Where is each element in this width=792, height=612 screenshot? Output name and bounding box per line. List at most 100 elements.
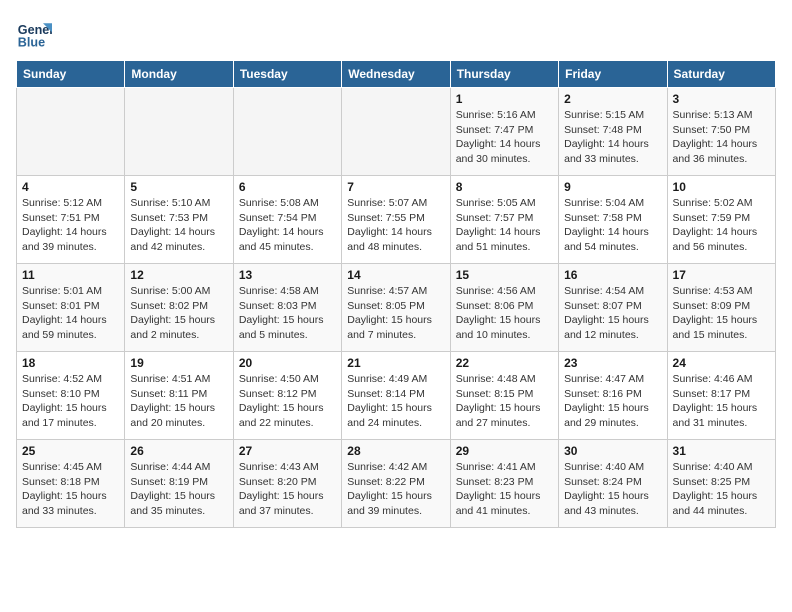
calendar-cell: 21 Sunrise: 4:49 AMSunset: 8:14 PMDayligh… <box>342 352 450 440</box>
calendar-cell <box>342 88 450 176</box>
day-number: 27 <box>239 444 336 458</box>
day-number: 18 <box>22 356 119 370</box>
calendar-week-1: 1Sunrise: 5:16 AMSunset: 7:47 PMDaylight… <box>17 88 776 176</box>
weekday-header-thursday: Thursday <box>450 61 558 88</box>
calendar-cell: 1Sunrise: 5:16 AMSunset: 7:47 PMDaylight… <box>450 88 558 176</box>
calendar-cell: 3 Sunrise: 5:13 AMSunset: 7:50 PMDaylight… <box>667 88 775 176</box>
day-info: Sunrise: 4:42 AMSunset: 8:22 PMDaylight:… <box>347 460 444 519</box>
day-info: Sunrise: 4:50 AMSunset: 8:12 PMDaylight:… <box>239 372 336 431</box>
day-number: 8 <box>456 180 553 194</box>
day-number: 24 <box>673 356 770 370</box>
day-number: 21 <box>347 356 444 370</box>
logo-icon: General Blue <box>16 16 52 52</box>
calendar-header: SundayMondayTuesdayWednesdayThursdayFrid… <box>17 61 776 88</box>
day-info: Sunrise: 5:08 AMSunset: 7:54 PMDaylight:… <box>239 196 336 255</box>
day-number: 2 <box>564 92 661 106</box>
day-number: 17 <box>673 268 770 282</box>
page-header: General Blue <box>16 16 776 52</box>
calendar-week-5: 25 Sunrise: 4:45 AMSunset: 8:18 PMDayligh… <box>17 440 776 528</box>
day-number: 13 <box>239 268 336 282</box>
day-info: Sunrise: 4:53 AMSunset: 8:09 PMDaylight:… <box>673 284 770 343</box>
calendar-week-3: 11 Sunrise: 5:01 AMSunset: 8:01 PMDayligh… <box>17 264 776 352</box>
day-info: Sunrise: 5:01 AMSunset: 8:01 PMDaylight:… <box>22 284 119 343</box>
day-number: 15 <box>456 268 553 282</box>
day-number: 19 <box>130 356 227 370</box>
day-info: Sunrise: 4:44 AMSunset: 8:19 PMDaylight:… <box>130 460 227 519</box>
calendar-cell: 11 Sunrise: 5:01 AMSunset: 8:01 PMDayligh… <box>17 264 125 352</box>
day-number: 4 <box>22 180 119 194</box>
calendar-cell: 5 Sunrise: 5:10 AMSunset: 7:53 PMDaylight… <box>125 176 233 264</box>
day-number: 26 <box>130 444 227 458</box>
day-info: Sunrise: 5:02 AMSunset: 7:59 PMDaylight:… <box>673 196 770 255</box>
calendar-cell <box>17 88 125 176</box>
calendar-cell: 17 Sunrise: 4:53 AMSunset: 8:09 PMDayligh… <box>667 264 775 352</box>
day-number: 20 <box>239 356 336 370</box>
day-info: Sunrise: 4:46 AMSunset: 8:17 PMDaylight:… <box>673 372 770 431</box>
day-number: 1 <box>456 92 553 106</box>
weekday-header-saturday: Saturday <box>667 61 775 88</box>
calendar-cell: 14Sunrise: 4:57 AMSunset: 8:05 PMDayligh… <box>342 264 450 352</box>
day-info: Sunrise: 4:58 AMSunset: 8:03 PMDaylight:… <box>239 284 336 343</box>
day-info: Sunrise: 4:51 AMSunset: 8:11 PMDaylight:… <box>130 372 227 431</box>
weekday-header-wednesday: Wednesday <box>342 61 450 88</box>
calendar-cell: 13 Sunrise: 4:58 AMSunset: 8:03 PMDayligh… <box>233 264 341 352</box>
calendar-cell: 15Sunrise: 4:56 AMSunset: 8:06 PMDayligh… <box>450 264 558 352</box>
day-number: 12 <box>130 268 227 282</box>
calendar-cell: 30Sunrise: 4:40 AMSunset: 8:24 PMDayligh… <box>559 440 667 528</box>
day-number: 10 <box>673 180 770 194</box>
day-info: Sunrise: 4:45 AMSunset: 8:18 PMDaylight:… <box>22 460 119 519</box>
day-info: Sunrise: 5:15 AMSunset: 7:48 PMDaylight:… <box>564 108 661 167</box>
calendar-cell: 31 Sunrise: 4:40 AMSunset: 8:25 PMDayligh… <box>667 440 775 528</box>
day-info: Sunrise: 4:49 AMSunset: 8:14 PMDaylight:… <box>347 372 444 431</box>
day-info: Sunrise: 4:43 AMSunset: 8:20 PMDaylight:… <box>239 460 336 519</box>
day-number: 30 <box>564 444 661 458</box>
calendar-cell: 27 Sunrise: 4:43 AMSunset: 8:20 PMDayligh… <box>233 440 341 528</box>
calendar-cell: 19 Sunrise: 4:51 AMSunset: 8:11 PMDayligh… <box>125 352 233 440</box>
day-number: 7 <box>347 180 444 194</box>
calendar-cell: 6 Sunrise: 5:08 AMSunset: 7:54 PMDaylight… <box>233 176 341 264</box>
day-info: Sunrise: 5:00 AMSunset: 8:02 PMDaylight:… <box>130 284 227 343</box>
calendar-cell: 28 Sunrise: 4:42 AMSunset: 8:22 PMDayligh… <box>342 440 450 528</box>
calendar-cell: 4 Sunrise: 5:12 AMSunset: 7:51 PMDaylight… <box>17 176 125 264</box>
calendar-week-2: 4 Sunrise: 5:12 AMSunset: 7:51 PMDaylight… <box>17 176 776 264</box>
weekday-row: SundayMondayTuesdayWednesdayThursdayFrid… <box>17 61 776 88</box>
svg-text:Blue: Blue <box>18 36 45 50</box>
calendar-cell: 25 Sunrise: 4:45 AMSunset: 8:18 PMDayligh… <box>17 440 125 528</box>
calendar-body: 1Sunrise: 5:16 AMSunset: 7:47 PMDaylight… <box>17 88 776 528</box>
day-info: Sunrise: 5:12 AMSunset: 7:51 PMDaylight:… <box>22 196 119 255</box>
day-info: Sunrise: 4:48 AMSunset: 8:15 PMDaylight:… <box>456 372 553 431</box>
day-number: 3 <box>673 92 770 106</box>
day-info: Sunrise: 4:47 AMSunset: 8:16 PMDaylight:… <box>564 372 661 431</box>
day-info: Sunrise: 5:13 AMSunset: 7:50 PMDaylight:… <box>673 108 770 167</box>
weekday-header-friday: Friday <box>559 61 667 88</box>
calendar-week-4: 18 Sunrise: 4:52 AMSunset: 8:10 PMDayligh… <box>17 352 776 440</box>
day-number: 31 <box>673 444 770 458</box>
calendar-cell: 24 Sunrise: 4:46 AMSunset: 8:17 PMDayligh… <box>667 352 775 440</box>
day-number: 5 <box>130 180 227 194</box>
day-number: 28 <box>347 444 444 458</box>
calendar-cell: 22 Sunrise: 4:48 AMSunset: 8:15 PMDayligh… <box>450 352 558 440</box>
day-info: Sunrise: 4:41 AMSunset: 8:23 PMDaylight:… <box>456 460 553 519</box>
day-number: 14 <box>347 268 444 282</box>
day-number: 22 <box>456 356 553 370</box>
calendar-cell: 23Sunrise: 4:47 AMSunset: 8:16 PMDayligh… <box>559 352 667 440</box>
calendar-cell: 12 Sunrise: 5:00 AMSunset: 8:02 PMDayligh… <box>125 264 233 352</box>
day-info: Sunrise: 4:40 AMSunset: 8:25 PMDaylight:… <box>673 460 770 519</box>
calendar-cell: 16Sunrise: 4:54 AMSunset: 8:07 PMDayligh… <box>559 264 667 352</box>
day-info: Sunrise: 4:52 AMSunset: 8:10 PMDaylight:… <box>22 372 119 431</box>
day-number: 25 <box>22 444 119 458</box>
day-number: 11 <box>22 268 119 282</box>
weekday-header-monday: Monday <box>125 61 233 88</box>
calendar-cell: 26 Sunrise: 4:44 AMSunset: 8:19 PMDayligh… <box>125 440 233 528</box>
calendar-cell <box>125 88 233 176</box>
day-number: 16 <box>564 268 661 282</box>
day-number: 6 <box>239 180 336 194</box>
day-number: 29 <box>456 444 553 458</box>
day-info: Sunrise: 5:05 AMSunset: 7:57 PMDaylight:… <box>456 196 553 255</box>
calendar-cell: 8 Sunrise: 5:05 AMSunset: 7:57 PMDaylight… <box>450 176 558 264</box>
weekday-header-tuesday: Tuesday <box>233 61 341 88</box>
day-info: Sunrise: 5:10 AMSunset: 7:53 PMDaylight:… <box>130 196 227 255</box>
calendar-cell <box>233 88 341 176</box>
day-number: 9 <box>564 180 661 194</box>
day-info: Sunrise: 5:04 AMSunset: 7:58 PMDaylight:… <box>564 196 661 255</box>
